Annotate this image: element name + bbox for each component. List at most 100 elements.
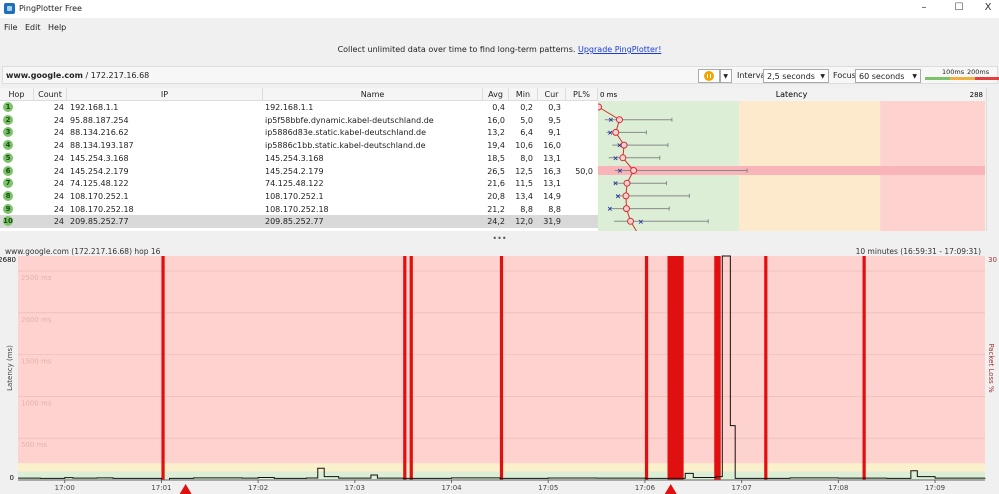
table-row[interactable]: 5 24 145.254.3.168 145.254.3.168 18,5 8,… bbox=[0, 152, 598, 165]
min-cell: 0,2 bbox=[520, 103, 533, 112]
col-ip[interactable]: IP bbox=[67, 88, 263, 101]
avg-marker bbox=[616, 116, 623, 124]
cur-cell: 0,3 bbox=[548, 103, 561, 112]
latency-scale-legend: 100ms 200ms bbox=[925, 67, 999, 83]
focus-label: Focus bbox=[833, 71, 856, 80]
hop-number: 10 bbox=[3, 216, 13, 227]
table-row[interactable]: 8 24 108.170.252.1 108.170.252.1 20,8 13… bbox=[0, 190, 598, 203]
x-tick-label: 17:09 bbox=[925, 484, 945, 492]
cur-cell: 13,1 bbox=[543, 153, 561, 163]
count-cell: 24 bbox=[53, 128, 64, 138]
avg-marker bbox=[620, 141, 628, 149]
col-cur[interactable]: Cur bbox=[538, 88, 566, 101]
col-name[interactable]: Name bbox=[263, 88, 483, 101]
table-row[interactable]: 3 24 88.134.216.62 ip5886d83e.static.kab… bbox=[0, 126, 598, 139]
avg-cell: 0,4 bbox=[492, 103, 505, 112]
col-count[interactable]: Count bbox=[34, 88, 67, 101]
close-button[interactable]: X bbox=[978, 2, 998, 16]
menu-help[interactable]: Help bbox=[48, 23, 66, 32]
hop-number: 5 bbox=[3, 152, 13, 163]
y-zero-label: 0 bbox=[10, 474, 14, 482]
min-cell: 11,5 bbox=[515, 179, 533, 189]
x-tick-label: 17:08 bbox=[828, 484, 848, 492]
ip-cell: 108.170.252.1 bbox=[70, 191, 129, 201]
avg-cell: 21,2 bbox=[487, 204, 505, 214]
avg-marker bbox=[622, 192, 630, 200]
table-row[interactable]: 10 24 209.85.252.77 209.85.252.77 24,2 1… bbox=[0, 215, 598, 228]
avg-cell: 16,0 bbox=[487, 115, 505, 125]
count-cell: 24 bbox=[53, 153, 64, 163]
packet-loss-bar bbox=[714, 256, 721, 480]
table-row[interactable]: 4 24 88.134.193.187 ip5886c1bb.static.ka… bbox=[0, 139, 598, 152]
table-row[interactable]: 7 24 74.125.48.122 74.125.48.122 21,6 11… bbox=[0, 177, 598, 190]
ip-cell: 209.85.252.77 bbox=[70, 217, 129, 227]
avg-marker bbox=[622, 205, 630, 213]
ip-cell: 145.254.3.168 bbox=[70, 153, 129, 163]
count-cell: 24 bbox=[53, 115, 64, 125]
interval-select[interactable]: 2,5 seconds ▼ bbox=[763, 69, 829, 83]
target-ip: / 172.217.16.68 bbox=[82, 71, 150, 80]
current-marker: × bbox=[607, 205, 613, 213]
count-cell: 24 bbox=[53, 204, 64, 214]
packet-loss-bar bbox=[644, 256, 649, 480]
count-cell: 24 bbox=[53, 179, 64, 189]
maximize-button[interactable]: ☐ bbox=[949, 2, 969, 16]
current-marker: × bbox=[608, 116, 614, 124]
current-marker: × bbox=[615, 192, 621, 200]
table-row[interactable]: 6 24 145.254.2.179 145.254.2.179 26,5 12… bbox=[0, 165, 598, 178]
current-marker: × bbox=[613, 180, 619, 188]
upgrade-link[interactable]: Upgrade PingPlotter! bbox=[578, 45, 661, 54]
chevron-down-icon: ▼ bbox=[723, 73, 728, 80]
packet-loss-bar bbox=[764, 256, 768, 480]
table-row[interactable]: 1 24 192.168.1.1 192.168.1.1 0,4 0,2 0,3 bbox=[0, 101, 598, 114]
col-hop[interactable]: Hop bbox=[0, 88, 34, 101]
event-marker-icon bbox=[179, 484, 192, 494]
minimize-button[interactable]: – bbox=[914, 2, 934, 16]
col-pl[interactable]: PL% bbox=[566, 88, 598, 101]
name-cell: 145.254.2.179 bbox=[265, 166, 324, 176]
pause-button[interactable] bbox=[698, 69, 720, 83]
panel-splitter[interactable]: ••• bbox=[0, 235, 999, 244]
name-cell: 145.254.3.168 bbox=[265, 153, 324, 163]
current-marker: × bbox=[638, 218, 644, 226]
scale-200-label: 200ms bbox=[967, 68, 990, 76]
hop-number: 1 bbox=[3, 102, 13, 112]
avg-cell: 26,5 bbox=[487, 166, 505, 176]
count-cell: 24 bbox=[53, 166, 64, 176]
chevron-down-icon: ▼ bbox=[912, 73, 917, 80]
ip-cell: 74.125.48.122 bbox=[70, 179, 129, 189]
avg-marker bbox=[623, 179, 631, 187]
hop-number: 8 bbox=[3, 190, 13, 201]
menu-edit[interactable]: Edit bbox=[25, 23, 41, 32]
menu-file[interactable]: File bbox=[4, 23, 17, 32]
gridline-label: 1000 ms bbox=[21, 399, 52, 407]
name-cell: ip5886c1bb.static.kabel-deutschland.de bbox=[265, 141, 426, 151]
col-avg[interactable]: Avg bbox=[483, 88, 509, 101]
count-cell: 24 bbox=[53, 103, 64, 112]
hop-number: 4 bbox=[3, 140, 13, 151]
min-cell: 10,6 bbox=[515, 141, 533, 151]
pause-dropdown[interactable]: ▼ bbox=[720, 69, 732, 83]
packet-loss-bar bbox=[499, 256, 504, 480]
cur-cell: 31,9 bbox=[543, 217, 561, 227]
cur-cell: 16,0 bbox=[543, 141, 561, 151]
app-logo-icon bbox=[4, 3, 15, 14]
avg-marker bbox=[619, 154, 627, 162]
upgrade-banner: Collect unlimited data over time to find… bbox=[0, 45, 999, 54]
col-min[interactable]: Min bbox=[509, 88, 538, 101]
cur-cell: 9,1 bbox=[548, 128, 561, 138]
current-marker: × bbox=[613, 154, 619, 162]
hop-number: 9 bbox=[3, 203, 13, 214]
focus-select[interactable]: 60 seconds ▼ bbox=[855, 69, 921, 83]
event-marker-icon bbox=[664, 484, 677, 494]
table-row[interactable]: 2 24 95.88.187.254 ip5f58bbfe.dynamic.ka… bbox=[0, 114, 598, 127]
packet-loss-bar bbox=[862, 256, 866, 480]
table-row[interactable]: 9 24 108.170.252.18 108.170.252.18 21,2 … bbox=[0, 203, 598, 216]
name-cell: ip5886d83e.static.kabel-deutschland.de bbox=[265, 128, 427, 138]
interval-value: 2,5 seconds bbox=[767, 72, 815, 81]
table-scrollbar[interactable] bbox=[986, 88, 998, 231]
target-label: www.google.com / 172.217.16.68 bbox=[6, 71, 149, 80]
count-cell: 24 bbox=[53, 141, 64, 151]
avg-marker bbox=[630, 167, 638, 174]
min-cell: 8,0 bbox=[520, 153, 533, 163]
